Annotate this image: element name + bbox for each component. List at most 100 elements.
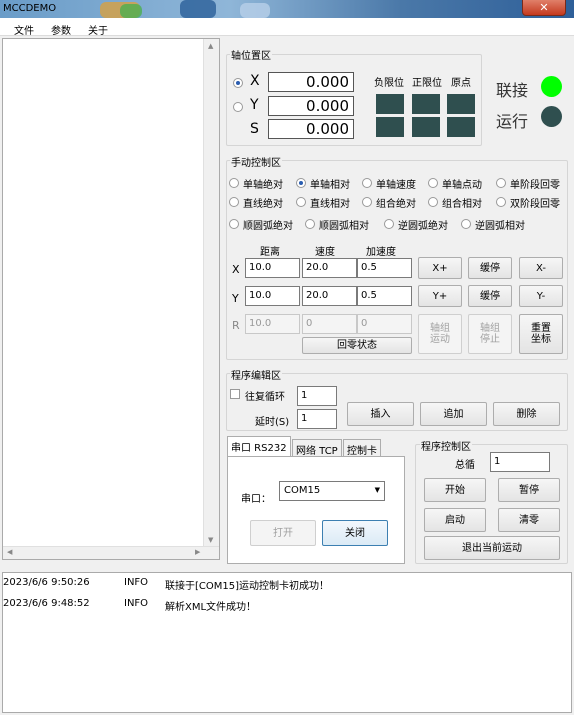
total-label: 总循 xyxy=(455,460,475,471)
mode-radio[interactable] xyxy=(362,197,372,207)
axis-group-move-button[interactable]: 轴组 运动 xyxy=(418,314,462,354)
title-bar-decoration xyxy=(120,4,142,18)
mode-label: 组合绝对 xyxy=(376,199,416,210)
scroll-left-icon[interactable]: ◀ xyxy=(7,548,12,556)
log-message: 解析XML文件成功！ xyxy=(165,602,257,613)
mode-label: 直线相对 xyxy=(310,199,350,210)
open-port-button[interactable]: 打开 xyxy=(250,520,316,546)
row-r-label: R xyxy=(232,319,240,332)
log-time: 2023/6/6 9:48:52 xyxy=(3,598,90,609)
start-button[interactable]: 开始 xyxy=(424,478,486,502)
loop-checkbox[interactable] xyxy=(230,389,240,399)
mode-label: 单轴绝对 xyxy=(243,180,283,191)
connected-label: 联接 xyxy=(496,81,529,100)
delete-button[interactable]: 删除 xyxy=(493,402,560,426)
y-minus-button[interactable]: Y- xyxy=(519,285,563,307)
pos-limit-label: 正限位 xyxy=(412,78,442,89)
x-distance-input[interactable]: 10.0 xyxy=(245,258,300,278)
program-control-group-title: 程序控制区 xyxy=(420,438,472,453)
launch-button[interactable]: 启动 xyxy=(424,508,486,532)
serial-port-select[interactable]: COM15 ▼ xyxy=(279,481,385,501)
menu-file[interactable]: 文件 xyxy=(14,22,34,37)
vertical-scrollbar[interactable]: ▲ ▼ xyxy=(203,39,219,547)
mode-label: 逆圆弧相对 xyxy=(475,221,525,232)
axis-y-radio[interactable] xyxy=(233,102,243,112)
y-pos-limit-indicator xyxy=(412,117,440,137)
axis-x-radio[interactable] xyxy=(233,78,243,88)
total-input[interactable]: 1 xyxy=(490,452,550,472)
loop-label: 往复循环 xyxy=(245,392,285,403)
mode-radio[interactable] xyxy=(384,219,394,229)
mode-label: 组合相对 xyxy=(442,199,482,210)
mode-radio[interactable] xyxy=(496,197,506,207)
mode-label: 单轴点动 xyxy=(442,180,482,191)
mode-radio[interactable] xyxy=(296,178,306,188)
mode-radio[interactable] xyxy=(229,197,239,207)
left-list-panel[interactable]: ▲ ▼ ◀ ▶ xyxy=(2,38,220,560)
r-distance-input[interactable]: 10.0 xyxy=(245,314,300,334)
mode-radio[interactable] xyxy=(461,219,471,229)
row-x-label: X xyxy=(232,263,240,276)
mode-radio[interactable] xyxy=(362,178,372,188)
y-plus-button[interactable]: Y+ xyxy=(418,285,462,307)
mode-radio[interactable] xyxy=(229,178,239,188)
axis-group-stop-button[interactable]: 轴组 停止 xyxy=(468,314,512,354)
title-bar[interactable]: MCCDEMO ✕ xyxy=(0,0,574,18)
mode-label: 双阶段回零 xyxy=(510,199,560,210)
homing-status-button[interactable]: 回零状态 xyxy=(302,337,412,354)
y-distance-input[interactable]: 10.0 xyxy=(245,286,300,306)
col-header-speed: 速度 xyxy=(315,247,335,258)
menu-about[interactable]: 关于 xyxy=(88,22,108,37)
x-accel-input[interactable]: 0.5 xyxy=(357,258,412,278)
r-speed-input[interactable]: 0 xyxy=(302,314,357,334)
menu-params[interactable]: 参数 xyxy=(51,22,71,37)
mode-radio[interactable] xyxy=(296,197,306,207)
mode-radio[interactable] xyxy=(428,178,438,188)
mode-label: 顺圆弧绝对 xyxy=(243,221,293,232)
mode-label: 直线绝对 xyxy=(243,199,283,210)
y-pause-button[interactable]: 缓停 xyxy=(468,285,512,307)
x-minus-button[interactable]: X- xyxy=(519,257,563,279)
log-time: 2023/6/6 9:50:26 xyxy=(3,577,90,588)
mode-radio[interactable] xyxy=(229,219,239,229)
x-speed-input[interactable]: 20.0 xyxy=(302,258,357,278)
tab-control-card[interactable]: 控制卡 xyxy=(343,439,381,457)
append-button[interactable]: 追加 xyxy=(420,402,487,426)
menu-bar: 文件 参数 关于 xyxy=(0,18,574,37)
scroll-down-icon[interactable]: ▼ xyxy=(208,536,213,544)
window-title: MCCDEMO xyxy=(3,3,57,14)
y-accel-input[interactable]: 0.5 xyxy=(357,286,412,306)
close-button[interactable]: ✕ xyxy=(522,0,566,16)
tab-network[interactable]: 网络 TCP xyxy=(292,439,342,457)
log-panel[interactable]: 2023/6/6 9:50:26 INFO 联接于[COM15]运动控制卡初成功！ 2… xyxy=(2,572,572,713)
exit-motion-button[interactable]: 退出当前运动 xyxy=(424,536,560,560)
row-y-label: Y xyxy=(232,292,239,305)
main-window: MCCDEMO ✕ 文件 参数 关于 ▲ ▼ ◀ ▶ 轴位置区 X 0.000 … xyxy=(0,0,574,715)
loop-count-input[interactable]: 1 xyxy=(297,386,337,406)
reset-coords-button[interactable]: 重置 坐标 xyxy=(519,314,563,354)
scroll-up-icon[interactable]: ▲ xyxy=(208,42,213,50)
log-message: 联接于[COM15]运动控制卡初成功！ xyxy=(165,581,330,592)
scroll-right-icon[interactable]: ▶ xyxy=(195,548,200,556)
pause-button[interactable]: 暂停 xyxy=(498,478,560,502)
r-accel-input[interactable]: 0 xyxy=(357,314,412,334)
mode-radio[interactable] xyxy=(496,178,506,188)
mode-radio[interactable] xyxy=(428,197,438,207)
delay-input[interactable]: 1 xyxy=(297,409,337,429)
mode-radio[interactable] xyxy=(305,219,315,229)
clear-button[interactable]: 清零 xyxy=(498,508,560,532)
y-speed-input[interactable]: 20.0 xyxy=(302,286,357,306)
mode-label: 单轴相对 xyxy=(310,180,350,191)
origin-label: 原点 xyxy=(451,78,471,89)
horizontal-scrollbar[interactable]: ◀ ▶ xyxy=(3,546,219,559)
axis-position-group-title: 轴位置区 xyxy=(230,47,272,62)
x-pause-button[interactable]: 缓停 xyxy=(468,257,512,279)
insert-button[interactable]: 插入 xyxy=(347,402,414,426)
serial-port-label: 串口： xyxy=(241,494,271,505)
x-plus-button[interactable]: X+ xyxy=(418,257,462,279)
title-bar-decoration xyxy=(240,3,270,18)
connected-led xyxy=(541,76,562,97)
x-origin-indicator xyxy=(447,94,475,114)
close-port-button[interactable]: 关闭 xyxy=(322,520,388,546)
tab-serial[interactable]: 串口 RS232 xyxy=(227,436,291,457)
